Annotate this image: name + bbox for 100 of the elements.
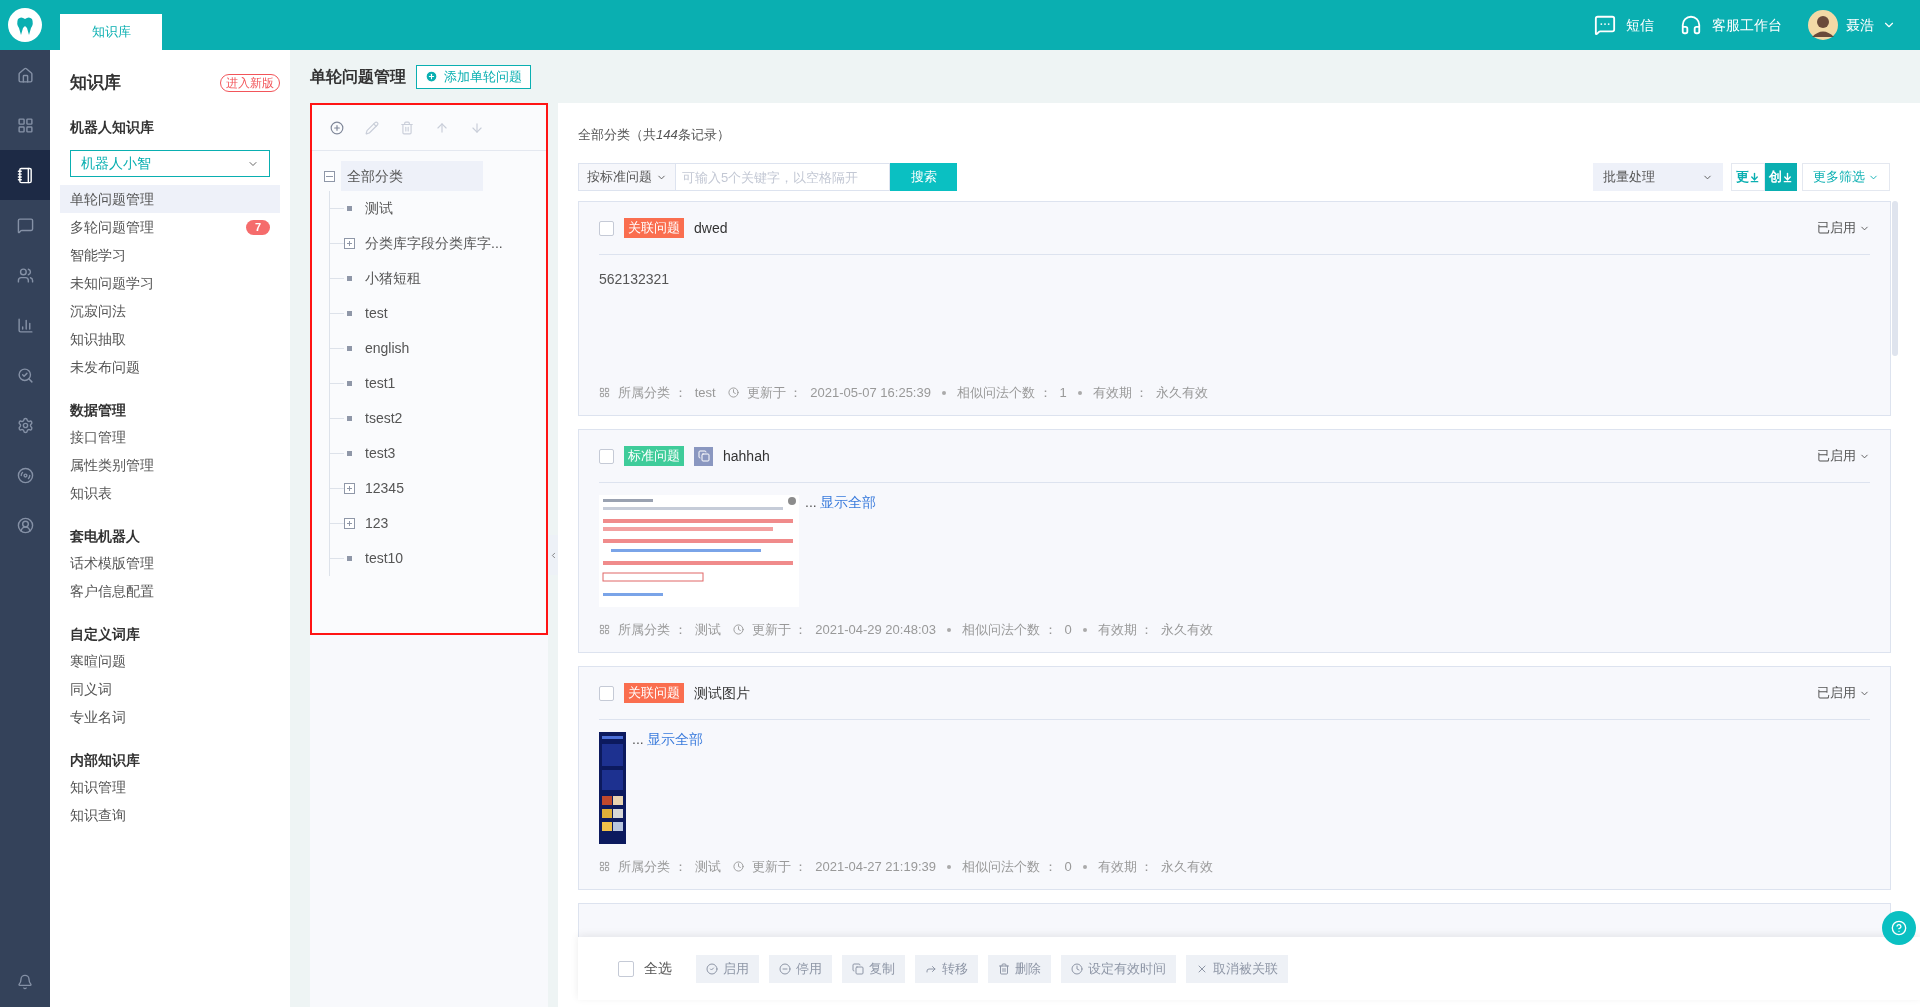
sidebar-item[interactable]: 知识查询 <box>60 801 280 829</box>
tree-node[interactable]: english <box>365 338 410 359</box>
leaf-icon <box>347 556 352 561</box>
tree-node[interactable]: 测试 <box>365 198 393 219</box>
meta-label: 有效期 ： <box>1092 383 1149 402</box>
sidebar-item[interactable]: 多轮问题管理 7 <box>60 213 280 241</box>
expand-toggle[interactable] <box>344 238 355 249</box>
sidebar-item[interactable]: 知识抽取 <box>60 325 280 353</box>
section-title: 机器人知识库 <box>69 118 155 137</box>
meta-label: 相似问法个数 ： <box>956 383 1052 402</box>
sidebar-item[interactable]: 同义词 <box>60 675 280 703</box>
meta-value: 2021-04-27 21:19:39 <box>815 857 936 876</box>
question-title[interactable]: hahhah <box>723 445 770 467</box>
clock-icon <box>732 624 744 635</box>
tree-node[interactable]: test <box>365 303 388 324</box>
headset-icon[interactable] <box>1680 14 1702 36</box>
expand-toggle[interactable] <box>344 483 355 494</box>
sidebar-item[interactable]: 未发布问题 <box>60 353 280 381</box>
status-select[interactable]: 已启用 <box>1817 218 1870 238</box>
meta-label: 更新于 ： <box>746 383 803 402</box>
show-all-link[interactable]: 显示全部 <box>819 495 876 509</box>
sidebar-item[interactable]: 专业名词 <box>60 703 280 731</box>
section-title: 自定义词库 <box>69 625 141 644</box>
sidebar-item[interactable]: 未知问题学习 <box>60 269 280 297</box>
clock-icon <box>732 861 744 872</box>
section-title: 内部知识库 <box>69 751 141 770</box>
select-all-label[interactable]: 全选 <box>644 958 672 979</box>
checkbox[interactable] <box>599 448 614 464</box>
tree-node[interactable]: 分类库字段分类库字... <box>365 233 503 254</box>
sidebar-item[interactable]: 知识管理 <box>60 773 280 801</box>
sidebar-item[interactable]: 属性类别管理 <box>60 451 280 479</box>
notebook-icon <box>16 166 34 184</box>
meta-value: 2021-04-29 20:48:03 <box>815 620 936 639</box>
tree-node[interactable]: 123 <box>365 513 389 534</box>
copy-icon <box>697 450 710 462</box>
ellipsis-text: ... <box>805 495 817 509</box>
page-title: 单轮问题管理 <box>310 66 406 87</box>
arrow-down-icon <box>1749 171 1760 183</box>
settings-icon <box>16 416 34 434</box>
tree-node[interactable]: 小猪短租 <box>365 268 421 289</box>
sidebar-item[interactable]: 接口管理 <box>60 423 280 451</box>
sidebar-item[interactable]: 知识表 <box>60 479 280 507</box>
show-all-link[interactable]: 显示全部 <box>646 732 703 746</box>
leaf-icon <box>347 311 352 316</box>
section-title: 数据管理 <box>69 401 127 420</box>
meta-value: test <box>694 383 716 402</box>
status-select[interactable]: 已启用 <box>1817 683 1870 703</box>
tree-node[interactable]: test10 <box>365 548 404 569</box>
user-icon <box>16 516 34 534</box>
question-title[interactable]: dwed <box>694 217 728 239</box>
tree-node[interactable]: test1 <box>365 373 396 394</box>
sidebar-item[interactable]: 单轮问题管理 <box>60 185 280 213</box>
question-tag: 标准问题 <box>624 446 684 466</box>
expand-toggle[interactable] <box>344 518 355 529</box>
tree-node[interactable]: 全部分类 <box>341 161 483 191</box>
question-title[interactable]: 测试图片 <box>694 682 750 704</box>
sidebar-item[interactable]: 话术模版管理 <box>60 549 280 577</box>
check-circle-icon <box>706 962 718 975</box>
copy-icon <box>852 962 864 975</box>
sidebar-item[interactable]: 智能学习 <box>60 241 280 269</box>
checkbox[interactable] <box>599 220 614 236</box>
bell-icon[interactable] <box>17 974 33 990</box>
meta-label: 更新于 ： <box>751 620 808 639</box>
list-heading: 全部分类（共144条记录） <box>578 126 731 144</box>
leaf-icon <box>347 276 352 281</box>
meta-value: 永久有效 <box>1161 620 1214 639</box>
rail-item[interactable] <box>0 150 50 200</box>
meta-label: 相似问法个数 ： <box>961 857 1057 876</box>
search-mode-select[interactable]: 按标准问题 <box>578 163 676 191</box>
batch-select[interactable]: 批量处理 <box>1593 163 1723 191</box>
scrollbar-thumb[interactable] <box>1892 201 1898 356</box>
ellipsis-text: ... <box>632 732 644 746</box>
tree-node[interactable]: 12345 <box>365 478 404 499</box>
sidebar-item[interactable]: 沉寂问法 <box>60 297 280 325</box>
leaf-icon <box>347 416 352 421</box>
grid-icon <box>599 624 610 635</box>
chat-icon <box>16 216 34 234</box>
tree-node[interactable]: test3 <box>365 443 396 464</box>
trash-icon <box>998 962 1010 975</box>
checkbox[interactable] <box>599 685 614 701</box>
tree-node[interactable]: tsest2 <box>365 408 403 429</box>
meta-label: 所属分类 ： <box>618 383 687 402</box>
sidebar-item[interactable]: 客户信息配置 <box>60 577 280 605</box>
search-icon <box>16 366 34 384</box>
grid-icon <box>16 116 34 134</box>
clock-icon <box>1071 962 1083 975</box>
grid-icon <box>599 387 610 398</box>
add-icon[interactable] <box>330 120 344 135</box>
meta-label: 更新于 ： <box>751 857 808 876</box>
checkbox[interactable] <box>618 960 634 977</box>
collapse-toggle[interactable] <box>324 170 335 182</box>
home-icon <box>16 66 34 84</box>
sidebar-item[interactable]: 寒暄问题 <box>60 647 280 675</box>
question-tag: 关联问题 <box>624 683 684 703</box>
chat-icon[interactable] <box>1594 14 1616 36</box>
meta-label: 所属分类 ： <box>618 620 687 639</box>
meta-value: 永久有效 <box>1161 857 1214 876</box>
meta-value: 0 <box>1064 857 1072 876</box>
status-select[interactable]: 已启用 <box>1817 446 1870 466</box>
leaf-icon <box>347 451 352 456</box>
